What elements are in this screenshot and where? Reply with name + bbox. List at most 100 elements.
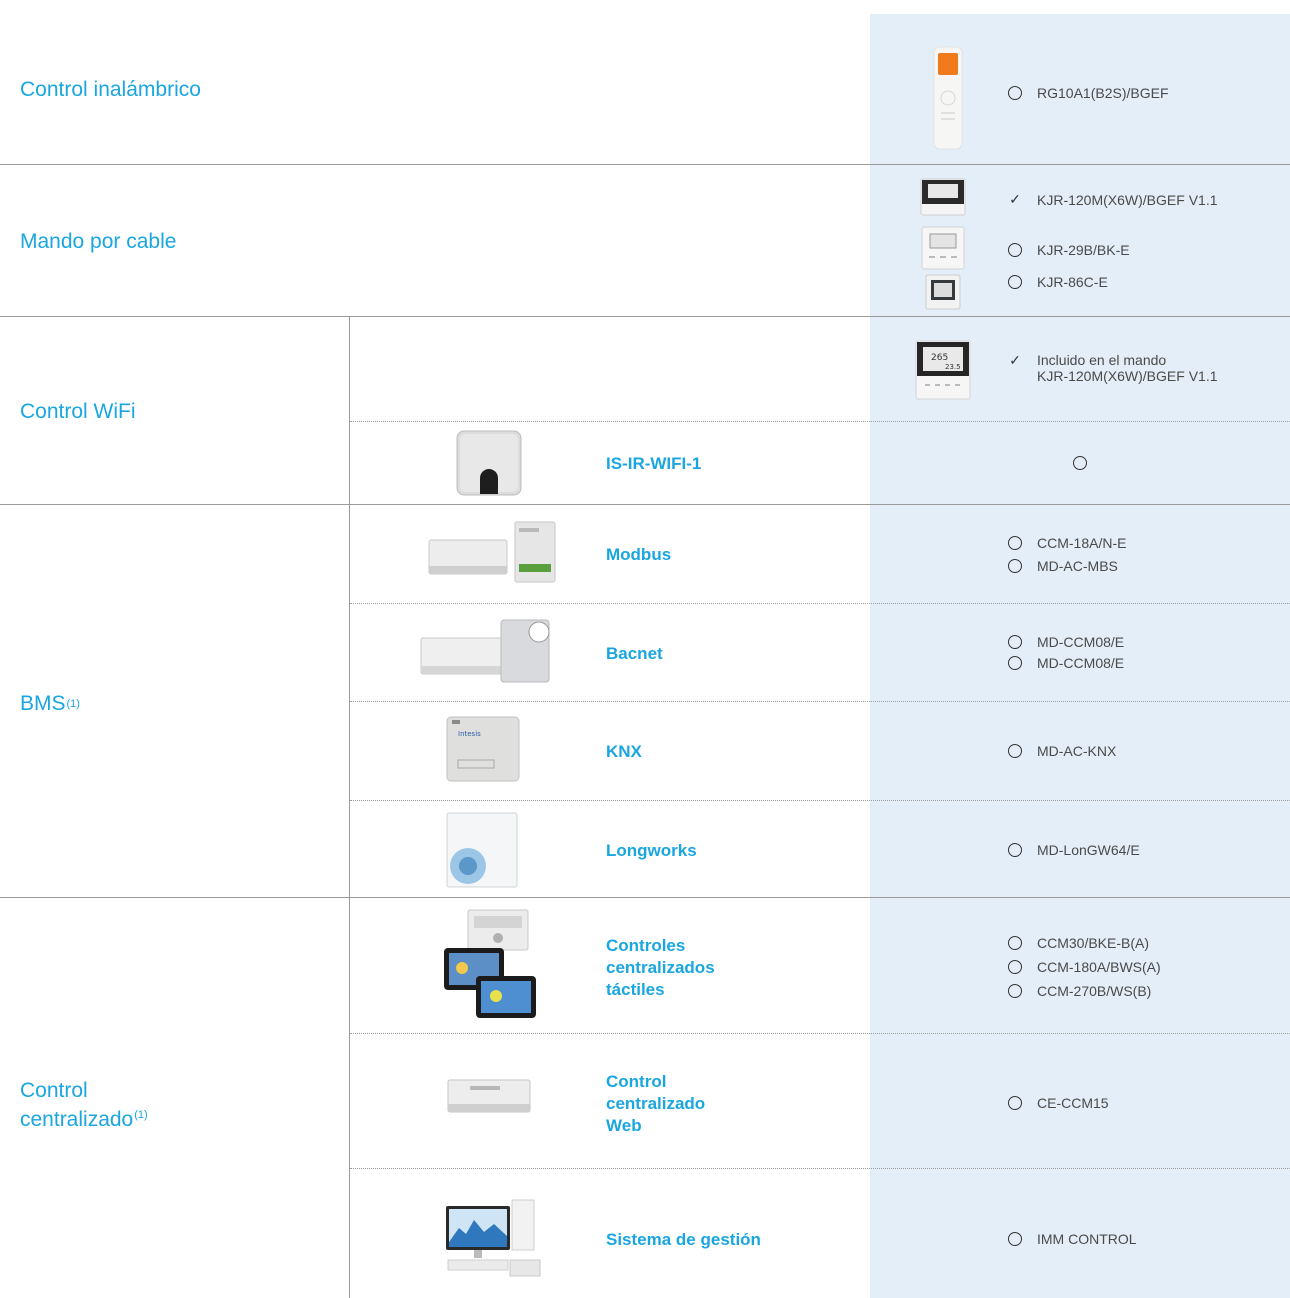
category-label-line2: centralizado xyxy=(20,1107,134,1131)
available-circle-icon xyxy=(1073,456,1087,470)
available-circle-icon xyxy=(1008,536,1022,550)
sub-label-line: centralizados xyxy=(606,958,715,977)
model-name: CCM30/BKE-B(A) xyxy=(1037,935,1150,951)
row-divider xyxy=(0,164,1290,165)
modbus-gateway-image xyxy=(428,521,556,583)
sub-label-line: centralizado xyxy=(606,1094,706,1113)
available-circle-icon xyxy=(1008,1232,1022,1246)
sub-label-line: Control xyxy=(606,1072,667,1091)
model-name: CE-CCM15 xyxy=(1037,1095,1109,1111)
sub-sistema-gestion: Sistema de gestión xyxy=(606,1230,761,1249)
model-name: MD-LonGW64/E xyxy=(1037,842,1140,858)
sub-label-line: táctiles xyxy=(606,980,665,999)
model-name: KJR-86C-E xyxy=(1037,274,1108,290)
sub-knx: KNX xyxy=(606,742,642,761)
option-rg10a1: RG10A1(B2S)/BGEF xyxy=(1008,85,1169,101)
option-kjr-86c: KJR-86C-E xyxy=(1008,274,1108,290)
is-ir-wifi-device-image xyxy=(456,430,522,496)
option-ccm-270b: CCM-270B/WS(B) xyxy=(1008,983,1151,999)
wifi-wired-controller-image: 265 23.5 xyxy=(915,340,971,400)
sub-label-line: Controles xyxy=(606,936,686,955)
sub-controles-tactiles: Controles centralizados táctiles xyxy=(606,935,715,1001)
available-circle-icon xyxy=(1008,843,1022,857)
sub-longworks: Longworks xyxy=(606,841,697,860)
option-ccm-18a: CCM-18A/N-E xyxy=(1008,535,1126,551)
sub-is-ir-wifi-1: IS-IR-WIFI-1 xyxy=(606,454,702,473)
available-circle-icon xyxy=(1008,275,1022,289)
available-circle-icon xyxy=(1008,635,1022,649)
column-divider xyxy=(349,317,350,1298)
svg-text:265: 265 xyxy=(931,353,948,363)
option-ccm-180a: CCM-180A/BWS(A) xyxy=(1008,959,1161,975)
option-md-ac-mbs: MD-AC-MBS xyxy=(1008,558,1118,574)
sub-label-line: Web xyxy=(606,1116,642,1135)
option-md-longw64: MD-LonGW64/E xyxy=(1008,842,1140,858)
option-kjr-120m: ✓ KJR-120M(X6W)/BGEF V1.1 xyxy=(1008,191,1218,208)
subrow-divider xyxy=(350,1033,1290,1034)
wired-controller-kjr29b-image xyxy=(921,226,965,270)
option-kjr-29b: KJR-29B/BK-E xyxy=(1008,242,1130,258)
row-divider xyxy=(0,316,1290,317)
model-name: MD-AC-KNX xyxy=(1037,743,1117,759)
category-control-inalambrico: Control inalámbrico xyxy=(20,78,201,101)
category-bms: BMS (1) xyxy=(20,684,80,724)
row-divider xyxy=(0,504,1290,505)
model-name: CCM-180A/BWS(A) xyxy=(1037,959,1161,975)
svg-text:23.5: 23.5 xyxy=(945,363,961,371)
model-name: KJR-29B/BK-E xyxy=(1037,242,1130,258)
option-md-ccm08-2: MD-CCM08/E xyxy=(1008,655,1124,671)
knx-gateway-image: Intesis xyxy=(446,716,520,782)
model-name: MD-CCM08/E xyxy=(1037,634,1125,650)
model-name: MD-CCM08/E xyxy=(1037,655,1125,671)
included-check-icon: ✓ xyxy=(1009,352,1021,368)
sub-bacnet: Bacnet xyxy=(606,644,663,663)
available-circle-icon xyxy=(1008,936,1022,950)
subrow-divider xyxy=(350,800,1290,801)
sub-modbus: Modbus xyxy=(606,545,672,564)
model-name: IMM CONTROL xyxy=(1037,1231,1137,1247)
category-label-line1: Control xyxy=(20,1078,88,1102)
option-ccm30: CCM30/BKE-B(A) xyxy=(1008,935,1149,951)
option-is-ir-wifi xyxy=(1073,456,1087,470)
svg-text:Intesis: Intesis xyxy=(458,730,481,738)
management-system-pc-image xyxy=(446,1199,541,1277)
model-name: CCM-270B/WS(B) xyxy=(1037,983,1152,999)
footnote-marker: (1) xyxy=(134,1108,148,1121)
option-md-ccm08-1: MD-CCM08/E xyxy=(1008,634,1124,650)
category-label: BMS xyxy=(20,692,66,715)
available-circle-icon xyxy=(1008,744,1022,758)
available-circle-icon xyxy=(1008,243,1022,257)
included-check-icon: ✓ xyxy=(1009,191,1021,207)
wireless-remote-image xyxy=(933,46,963,150)
option-ce-ccm15: CE-CCM15 xyxy=(1008,1095,1109,1111)
row-divider xyxy=(0,897,1290,898)
included-text: Incluido en el mando xyxy=(1037,352,1167,368)
model-name: CCM-18A/N-E xyxy=(1037,535,1127,551)
model-name: RG10A1(B2S)/BGEF xyxy=(1037,85,1169,101)
model-name: KJR-120M(X6W)/BGEF V1.1 xyxy=(1037,191,1218,208)
wired-controller-kjr86c-image xyxy=(925,274,961,310)
subrow-divider xyxy=(350,1168,1290,1169)
category-control-wifi: Control WiFi xyxy=(20,400,136,423)
included-model: KJR-120M(X6W)/BGEF V1.1 xyxy=(1037,368,1218,384)
available-circle-icon xyxy=(1008,656,1022,670)
subrow-divider xyxy=(350,603,1290,604)
sub-control-web: Control centralizado Web xyxy=(606,1071,705,1137)
subrow-divider xyxy=(350,421,1290,422)
model-name: MD-AC-MBS xyxy=(1037,558,1118,574)
wired-controller-kjr120m-image xyxy=(920,178,966,216)
lonworks-gateway-image xyxy=(446,812,518,888)
available-circle-icon xyxy=(1008,86,1022,100)
available-circle-icon xyxy=(1008,1096,1022,1110)
bacnet-gateway-image xyxy=(420,619,550,683)
available-circle-icon xyxy=(1008,559,1022,573)
category-control-centralizado: Control centralizado(1) xyxy=(20,1075,148,1135)
touch-central-controllers-image xyxy=(444,909,536,1018)
category-mando-por-cable: Mando por cable xyxy=(20,230,177,253)
option-imm-control: IMM CONTROL xyxy=(1008,1231,1137,1247)
available-circle-icon xyxy=(1008,960,1022,974)
option-wifi-included: ✓ Incluido en el mando KJR-120M(X6W)/BGEF… xyxy=(1008,352,1218,384)
option-md-ac-knx: MD-AC-KNX xyxy=(1008,743,1116,759)
web-central-controller-image xyxy=(447,1079,531,1113)
subrow-divider xyxy=(350,701,1290,702)
